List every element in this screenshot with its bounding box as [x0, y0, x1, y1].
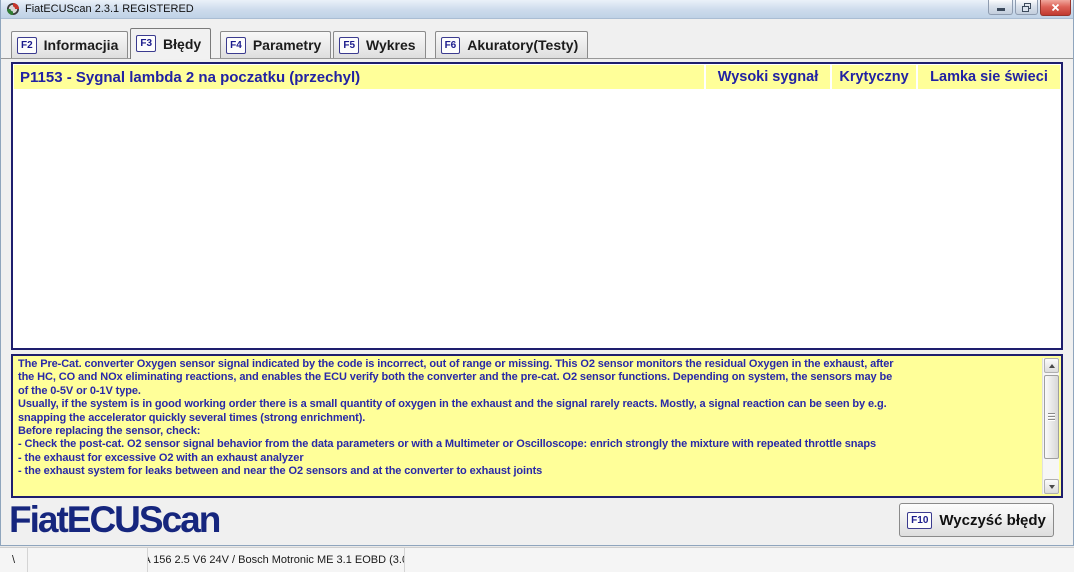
tab-label: Informacjia [43, 37, 119, 53]
fiatecuscan-window: FiatECUScan 2.3.1 REGISTERED F2 Informac… [0, 0, 1074, 546]
error-list-panel: P1153 - Sygnal lambda 2 na poczatku (prz… [11, 62, 1063, 350]
tab-label: Parametry [252, 37, 322, 53]
error-description-text: The Pre-Cat. converter Oxygen sensor sig… [13, 356, 1040, 496]
close-button[interactable] [1040, 0, 1071, 16]
status-drive-cell: \ [0, 548, 28, 572]
description-line: - the exhaust for excessive O2 with an e… [18, 451, 304, 464]
tab-parametry[interactable]: F4 Parametry [220, 31, 332, 58]
window-controls [988, 0, 1071, 16]
titlebar: FiatECUScan 2.3.1 REGISTERED [1, 0, 1073, 19]
restore-button[interactable] [1015, 0, 1038, 15]
error-description-panel: The Pre-Cat. converter Oxygen sensor sig… [11, 354, 1063, 498]
f4-key-icon: F4 [226, 36, 246, 54]
error-severity: Krytyczny [832, 65, 916, 89]
minimize-button[interactable] [988, 0, 1013, 15]
description-line: - Check the post-cat. O2 sensor signal b… [18, 438, 877, 451]
f10-key-icon: F10 [907, 511, 933, 529]
f6-key-icon: F6 [440, 36, 461, 54]
f3-key-icon: F3 [136, 35, 157, 52]
status-bar: \ ALFA 156 2.5 V6 24V / Bosch Motronic M… [0, 547, 1074, 572]
description-line: The Pre-Cat. converter Oxygen sensor sig… [18, 358, 894, 370]
tab-akuratory-testy[interactable]: F6 Akuratory(Testy) [434, 31, 589, 58]
status-empty-cell [28, 548, 148, 572]
vehicle-info: ALFA 156 2.5 V6 24V / Bosch Motronic ME … [148, 548, 405, 572]
tab-bar: F2 Informacjia F3 Błędy F4 Parametry F5 … [1, 28, 1073, 59]
tab-informacjia[interactable]: F2 Informacjia [11, 31, 129, 58]
description-line: - the exhaust system for leaks between a… [18, 465, 543, 478]
error-signal-status: Wysoki sygnał [706, 65, 830, 89]
arrow-down-icon [1048, 484, 1055, 489]
scrollbar-thumb[interactable] [1044, 375, 1059, 459]
description-line: Before replacing the sensor, check: [18, 425, 201, 438]
description-scrollbar[interactable] [1042, 358, 1059, 494]
description-line: Usually, if the system is in good workin… [18, 398, 887, 411]
restore-icon [1021, 2, 1032, 12]
tab-bledy[interactable]: F3 Błędy [130, 28, 212, 59]
f5-key-icon: F5 [339, 36, 360, 54]
description-line: of the 0-5V or 0-1V type. [18, 384, 141, 397]
app-icon [6, 2, 20, 16]
tab-label: Błędy [163, 35, 202, 52]
description-line: the HC, CO and NOx eliminating reactions… [18, 371, 893, 384]
scroll-down-button[interactable] [1044, 479, 1059, 494]
close-icon [1051, 3, 1060, 12]
error-row[interactable]: P1153 - Sygnal lambda 2 na poczatku (prz… [13, 64, 1061, 90]
error-code-title: P1153 - Sygnal lambda 2 na poczatku (prz… [14, 65, 704, 89]
error-lamp-status: Lamka sie świeci [918, 65, 1060, 89]
description-line: snapping the accelerator quickly several… [18, 411, 366, 424]
tab-wykres[interactable]: F5 Wykres [333, 31, 426, 58]
thumb-grip-icon [1048, 413, 1055, 422]
fiatecuscan-logo: FiatECUScan [9, 499, 221, 540]
tab-label: Akuratory(Testy) [467, 37, 579, 53]
tab-label: Wykres [366, 37, 416, 53]
minimize-icon [996, 8, 1005, 11]
clear-errors-label: Wyczyść błędy [939, 511, 1046, 529]
window-title: FiatECUScan 2.3.1 REGISTERED [25, 3, 194, 15]
status-filler-cell [405, 548, 1074, 572]
arrow-up-icon [1048, 363, 1055, 368]
clear-errors-button[interactable]: F10 Wyczyść błędy [899, 503, 1054, 537]
scroll-up-button[interactable] [1044, 358, 1059, 373]
f2-key-icon: F2 [17, 36, 37, 54]
